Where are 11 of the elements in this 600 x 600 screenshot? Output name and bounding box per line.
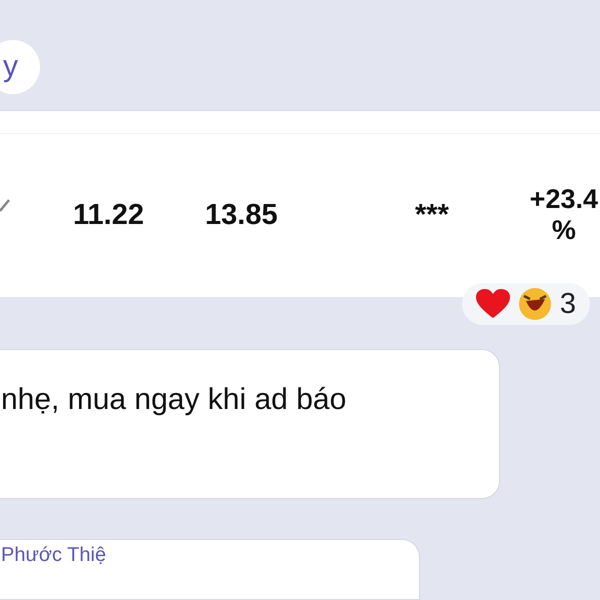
laughing-face-icon xyxy=(518,287,552,321)
reactions-pill[interactable]: 3 xyxy=(462,283,590,325)
table-cell: *** xyxy=(415,199,449,232)
message-text: nhẹ, mua ngay khi ad báo xyxy=(1,383,346,416)
table-cell: +23.4 % xyxy=(530,184,598,246)
table-cell: 11.22 xyxy=(73,199,144,232)
table-cell: 13.85 xyxy=(205,199,278,232)
heart-icon xyxy=(476,289,510,319)
reaction-count: 3 xyxy=(560,288,576,320)
sender-name: Phước Thiệ xyxy=(1,544,106,566)
message-text: y xyxy=(2,50,18,84)
